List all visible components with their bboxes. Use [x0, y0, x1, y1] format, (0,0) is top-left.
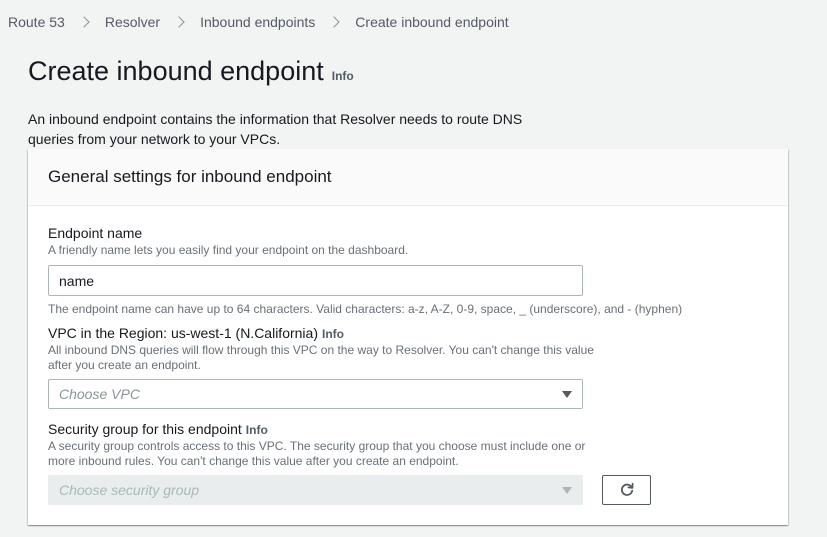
vpc-select-placeholder: Choose VPC: [59, 386, 140, 402]
security-group-select[interactable]: Choose security group: [48, 475, 583, 505]
endpoint-name-field: Endpoint name A friendly name lets you e…: [48, 225, 682, 316]
chevron-right-icon: [173, 16, 185, 28]
security-group-select-placeholder: Choose security group: [59, 482, 200, 498]
endpoint-name-input[interactable]: [48, 265, 583, 296]
vpc-select[interactable]: Choose VPC: [48, 379, 583, 409]
panel-header: General settings for inbound endpoint: [28, 149, 788, 206]
security-group-info-link[interactable]: Info: [246, 423, 268, 437]
endpoint-name-label: Endpoint name: [48, 225, 143, 241]
page-info-link[interactable]: Info: [332, 69, 354, 83]
vpc-info-link[interactable]: Info: [322, 327, 344, 341]
security-group-field: Security group for this endpoint Info A …: [48, 421, 588, 505]
endpoint-name-constraint: The endpoint name can have up to 64 char…: [48, 302, 683, 316]
caret-down-icon: [562, 486, 572, 494]
page: Route 53 Resolver Inbound endpoints Crea…: [0, 0, 827, 537]
vpc-hint: All inbound DNS queries will flow throug…: [48, 343, 594, 372]
vpc-label: VPC in the Region: us-west-1 (N.Californ…: [48, 325, 318, 341]
caret-down-icon: [562, 390, 572, 398]
breadcrumb-inbound-endpoints[interactable]: Inbound endpoints: [200, 14, 315, 30]
page-title: Create inbound endpoint: [28, 56, 324, 86]
vpc-label-row: VPC in the Region: us-west-1 (N.Californ…: [48, 325, 608, 341]
refresh-icon: [620, 482, 633, 496]
general-settings-panel: General settings for inbound endpoint En…: [28, 149, 788, 525]
page-description: An inbound endpoint contains the informa…: [28, 111, 523, 147]
panel-title: General settings for inbound endpoint: [48, 167, 332, 186]
chevron-right-icon: [78, 16, 90, 28]
security-group-label-row: Security group for this endpoint Info: [48, 421, 588, 437]
breadcrumb-resolver[interactable]: Resolver: [105, 14, 160, 30]
endpoint-name-hint: A friendly name lets you easily find you…: [48, 243, 409, 257]
security-group-hint: A security group controls access to this…: [48, 439, 586, 468]
vpc-field: VPC in the Region: us-west-1 (N.Californ…: [48, 325, 608, 409]
breadcrumb-route53[interactable]: Route 53: [8, 14, 65, 30]
title-row: Create inbound endpoint Info: [28, 56, 354, 87]
breadcrumb-current: Create inbound endpoint: [355, 14, 509, 30]
breadcrumb: Route 53 Resolver Inbound endpoints Crea…: [8, 14, 509, 30]
chevron-right-icon: [328, 16, 340, 28]
refresh-button[interactable]: [602, 475, 651, 505]
security-group-label: Security group for this endpoint: [48, 421, 242, 437]
